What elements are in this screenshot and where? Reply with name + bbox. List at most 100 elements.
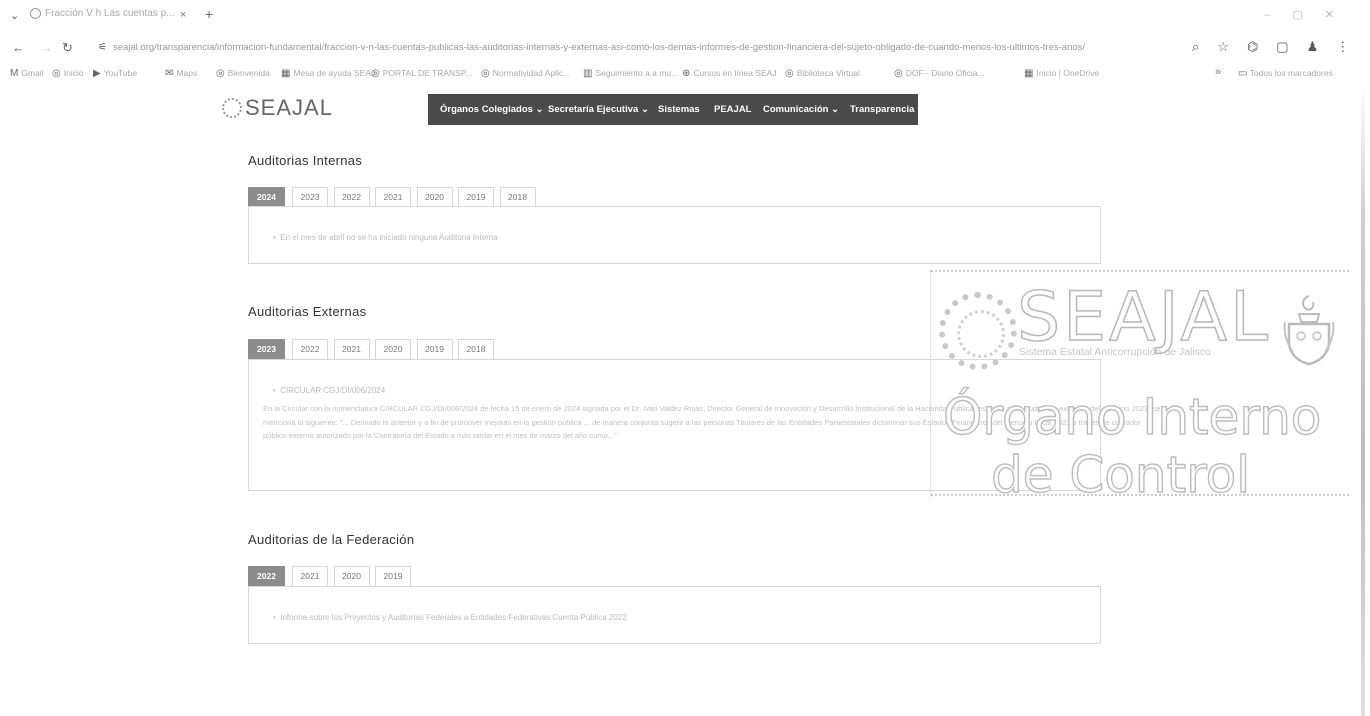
tab-year[interactable]: 2018 bbox=[499, 187, 536, 208]
forward-arrow-icon[interactable]: → bbox=[40, 40, 53, 55]
reload-icon[interactable]: ↻ bbox=[62, 40, 73, 56]
bookmark-label: Bienvenida bbox=[227, 68, 270, 78]
bookmark-item[interactable]: ▥ Seguimiento a a mu... bbox=[583, 68, 678, 79]
bookmark-item[interactable]: ◎ PORTAL DE TRANSP... bbox=[371, 68, 473, 79]
bookmark-item[interactable]: ◎ DOF - Diario Oficia... bbox=[894, 68, 985, 79]
nav-item[interactable]: PEAJAL bbox=[714, 104, 751, 115]
bookmark-label: DOF - Diario Oficia... bbox=[905, 68, 985, 78]
url-field[interactable]: ⚟ seajal.org/transparencia/informacion-fu… bbox=[98, 42, 1153, 53]
section-title-internas: Auditorias Internas bbox=[248, 153, 363, 168]
tab-year[interactable]: 2021 bbox=[292, 566, 328, 587]
list-item-link[interactable]: CIRCULAR CGJ/DI/006/2024 bbox=[280, 386, 385, 395]
new-tab-button[interactable]: + bbox=[205, 6, 213, 22]
bookmark-icon: ◎ bbox=[371, 68, 380, 79]
extensions-icon[interactable]: ⌬ bbox=[1247, 39, 1258, 54]
tab-year[interactable]: 2020 bbox=[375, 339, 411, 360]
tab-year[interactable]: 2023 bbox=[248, 339, 285, 360]
bookmark-item[interactable]: ✉ Maps bbox=[165, 68, 197, 79]
nav-item[interactable]: Comunicación ⌄ bbox=[763, 104, 839, 115]
stamp-line-control: de Control bbox=[990, 446, 1251, 504]
bookmark-label: Biblioteca Virtual bbox=[796, 68, 860, 78]
bookmark-item[interactable]: M Gmail bbox=[10, 68, 44, 79]
list-item[interactable]: • Informe sobre los Proyectos y Auditorí… bbox=[273, 613, 627, 622]
tab-year[interactable]: 2019 bbox=[458, 187, 494, 208]
bookmark-icon: ◎ bbox=[785, 68, 794, 79]
bookmark-icon: M bbox=[10, 68, 19, 79]
address-bar-row: ← → ↻ ⚟ seajal.org/transparencia/informac… bbox=[0, 36, 1370, 62]
site-logo[interactable]: SEAJAL bbox=[222, 95, 333, 121]
bookmark-label: Cursos en línea SEAJ bbox=[693, 68, 777, 78]
tab-year[interactable]: 2021 bbox=[333, 339, 370, 360]
seajal-logo-icon bbox=[222, 98, 242, 118]
side-panel-icon[interactable]: ▢ bbox=[1276, 39, 1288, 54]
list-item[interactable]: • En el mes de abril no se ha iniciado n… bbox=[273, 233, 498, 242]
list-item[interactable]: • CIRCULAR CGJ/DI/006/2024 bbox=[273, 386, 385, 395]
panel-internas: • En el mes de abril no se ha iniciado n… bbox=[248, 206, 1101, 264]
bookmark-icon: ◎ bbox=[52, 68, 61, 79]
section-title-federacion: Auditorias de la Federación bbox=[248, 532, 415, 547]
nav-item[interactable]: Sistemas bbox=[658, 104, 700, 115]
back-arrow-icon[interactable]: ← bbox=[12, 40, 25, 55]
folder-icon: ▭ bbox=[1238, 68, 1248, 79]
bookmark-label: Inicio bbox=[63, 68, 84, 78]
logo-text: SEAJAL bbox=[245, 95, 333, 120]
site-info-icon[interactable]: ⚟ bbox=[98, 42, 107, 53]
bookmark-item[interactable]: ⊕ Cursos en línea SEAJ bbox=[682, 68, 777, 79]
all-bookmarks-label: Todos los marcadores bbox=[1249, 68, 1333, 78]
bookmark-item[interactable]: ◎ Biblioteca Virtual bbox=[785, 68, 860, 79]
list-item-link[interactable]: En el mes de abril no se ha iniciado nin… bbox=[280, 233, 497, 242]
tab-year[interactable]: 2022 bbox=[292, 339, 328, 360]
tab-year[interactable]: 2022 bbox=[333, 187, 370, 208]
tab-year[interactable]: 2020 bbox=[416, 187, 453, 208]
nav-item[interactable]: Transparencia bbox=[850, 104, 914, 115]
tab-year[interactable]: 2019 bbox=[375, 566, 411, 587]
browser-tab-strip: ⌄ Fracción V h Las cuentas p... × + –▢✕ bbox=[0, 0, 1370, 34]
bookmark-label: Mesa de ayuda SEAJ bbox=[293, 68, 376, 78]
profile-icon[interactable]: ♟ bbox=[1307, 39, 1319, 54]
bookmark-item[interactable]: ◎ Bienvenida bbox=[216, 68, 270, 79]
bookmark-item[interactable]: ◎ Inicio bbox=[52, 68, 84, 79]
zoom-icon[interactable]: ⌕ bbox=[1192, 39, 1199, 54]
bookmarks-bar: M Gmail ◎ Inicio ▶ YouTube ✉ Maps ◎ Bienvenida ▦ Me… bbox=[0, 64, 1370, 84]
menu-kebab-icon[interactable]: ⋮ bbox=[1336, 39, 1349, 54]
tab-year[interactable]: 2020 bbox=[333, 566, 370, 587]
bookmarks-overflow-button[interactable]: » bbox=[1215, 66, 1221, 78]
bookmark-icon: ✉ bbox=[165, 68, 174, 79]
panel-federacion: • Informe sobre los Proyectos y Auditorí… bbox=[248, 586, 1101, 644]
bookmark-icon: ▦ bbox=[281, 68, 291, 79]
bookmark-label: PORTAL DE TRANSP... bbox=[382, 68, 473, 78]
tab-search-chevron-icon[interactable]: ⌄ bbox=[10, 9, 19, 22]
tab-close-icon[interactable]: × bbox=[180, 9, 186, 21]
bookmark-item[interactable]: ▶ YouTube bbox=[93, 68, 137, 79]
stamp-brand-text: SEAJAL bbox=[1016, 278, 1271, 357]
nav-item[interactable]: Secretaría Ejecutiva ⌄ bbox=[548, 104, 649, 115]
tab-year[interactable]: 2018 bbox=[458, 339, 494, 360]
bookmark-icon: ⊕ bbox=[682, 68, 691, 79]
bookmark-label: YouTube bbox=[103, 68, 138, 78]
all-bookmarks-folder[interactable]: ▭ Todos los marcadores bbox=[1238, 68, 1333, 79]
section-title-externas: Auditorias Externas bbox=[248, 304, 367, 319]
tab-year[interactable]: 2024 bbox=[248, 187, 285, 208]
window-controls[interactable]: –▢✕ bbox=[1264, 8, 1356, 21]
url-text: seajal.org/transparencia/informacion-fun… bbox=[112, 42, 1086, 53]
bookmark-icon: ▶ bbox=[93, 68, 101, 79]
tab-year[interactable]: 2022 bbox=[248, 566, 285, 587]
bookmark-icon: ◎ bbox=[894, 68, 903, 79]
scan-edge-shadow bbox=[1361, 85, 1365, 716]
tab-year[interactable]: 2019 bbox=[416, 339, 453, 360]
bookmark-item[interactable]: ◎ Normatividad Aplic... bbox=[481, 68, 570, 79]
bookmark-item[interactable]: ▦ Mesa de ayuda SEAJ bbox=[281, 68, 375, 79]
bookmark-label: Inicio | OneDrive bbox=[1036, 68, 1100, 78]
bookmark-star-icon[interactable]: ☆ bbox=[1217, 39, 1229, 54]
site-favicon-icon bbox=[30, 8, 41, 19]
stamp-line-organo: Órgano Interno bbox=[942, 388, 1322, 446]
bookmark-icon: ◎ bbox=[216, 68, 225, 79]
tab-year[interactable]: 2023 bbox=[292, 187, 328, 208]
list-item-link[interactable]: Informe sobre los Proyectos y Auditorías… bbox=[280, 613, 626, 622]
bookmark-icon: ▥ bbox=[583, 68, 593, 79]
bookmark-item[interactable]: ▦ Inicio | OneDrive bbox=[1024, 68, 1099, 79]
stamp-tagline: Sistema Estatal Anticorrupción de Jalisc… bbox=[1019, 346, 1212, 358]
tab-year[interactable]: 2021 bbox=[375, 187, 411, 208]
browser-tab[interactable]: Fracción V h Las cuentas p... × bbox=[30, 8, 200, 28]
nav-item[interactable]: Órganos Colegiados ⌄ bbox=[440, 104, 544, 115]
